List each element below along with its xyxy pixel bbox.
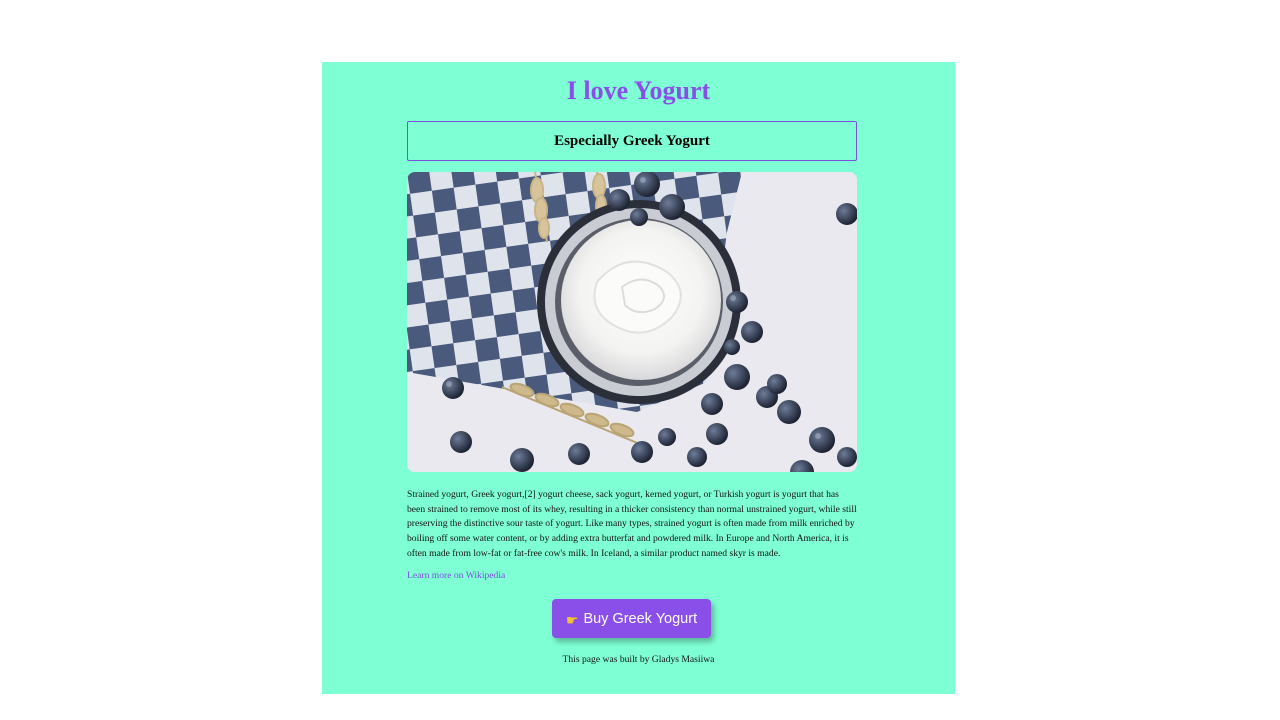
subtitle-box: Especially Greek Yogurt xyxy=(407,121,857,161)
description-paragraph: Strained yogurt, Greek yogurt,[2] yogurt… xyxy=(407,489,857,559)
main-card: I love Yogurt Especially Greek Yogurt St… xyxy=(322,62,955,694)
yogurt-photo-illustration xyxy=(407,172,857,472)
wikipedia-link[interactable]: Learn more on Wikipedia xyxy=(407,570,505,581)
page-title: I love Yogurt xyxy=(566,76,711,105)
buy-button-label: Buy Greek Yogurt xyxy=(583,610,698,627)
yogurt-image xyxy=(407,172,857,472)
footer-credit: This page was built by Gladys Masiiwa xyxy=(562,654,715,665)
pointing-hand-icon: ☛ xyxy=(565,612,579,628)
subtitle-text: Especially Greek Yogurt xyxy=(554,132,710,149)
buy-greek-yogurt-button[interactable]: ☛ Buy Greek Yogurt xyxy=(552,599,711,638)
